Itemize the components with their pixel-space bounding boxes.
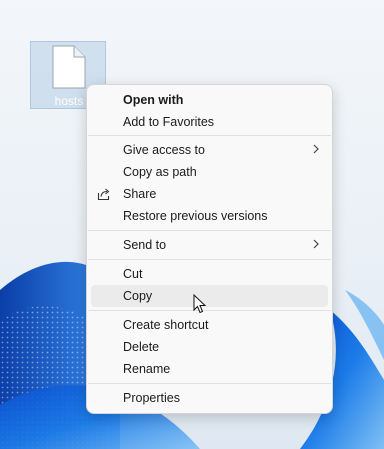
menu-item-send-to[interactable]: Send to (91, 234, 328, 256)
menu-item-label: Rename (123, 362, 171, 376)
menu-item-restore-previous-versions[interactable]: Restore previous versions (91, 205, 328, 227)
menu-item-label: Delete (123, 340, 160, 354)
menu-item-label: Cut (123, 267, 143, 281)
menu-item-label: Share (123, 187, 157, 201)
menu-item-create-shortcut[interactable]: Create shortcut (91, 314, 328, 336)
menu-item-label: Give access to (123, 143, 205, 157)
chevron-right-icon (313, 144, 319, 154)
menu-item-rename[interactable]: Rename (91, 358, 328, 380)
menu-item-copy[interactable]: Copy (91, 285, 328, 307)
mouse-cursor-icon (193, 294, 207, 314)
menu-item-delete[interactable]: Delete (91, 336, 328, 358)
menu-item-label: Open with (123, 93, 184, 107)
menu-item-label: Copy (123, 289, 153, 303)
menu-item-give-access-to[interactable]: Give access to (91, 139, 328, 161)
menu-separator (88, 135, 331, 136)
menu-item-share[interactable]: Share (91, 183, 328, 205)
menu-item-cut[interactable]: Cut (91, 263, 328, 285)
chevron-right-icon (313, 239, 319, 249)
menu-item-copy-as-path[interactable]: Copy as path (91, 161, 328, 183)
menu-item-add-to-favorites[interactable]: Add to Favorites (91, 111, 328, 133)
menu-separator (88, 310, 331, 311)
menu-item-label: Add to Favorites (123, 115, 215, 129)
share-icon (97, 188, 110, 201)
menu-item-label: Properties (123, 391, 180, 405)
menu-separator (88, 259, 331, 260)
context-menu: Open with Add to Favorites Give access t… (86, 84, 333, 414)
document-icon (52, 45, 86, 89)
menu-separator (88, 230, 331, 231)
menu-separator (88, 383, 331, 384)
menu-item-label: Create shortcut (123, 318, 209, 332)
menu-item-label: Send to (123, 238, 167, 252)
menu-item-label: Copy as path (123, 165, 197, 179)
menu-item-label: Restore previous versions (123, 209, 268, 223)
menu-item-properties[interactable]: Properties (91, 387, 328, 409)
menu-item-open-with[interactable]: Open with (91, 89, 328, 111)
